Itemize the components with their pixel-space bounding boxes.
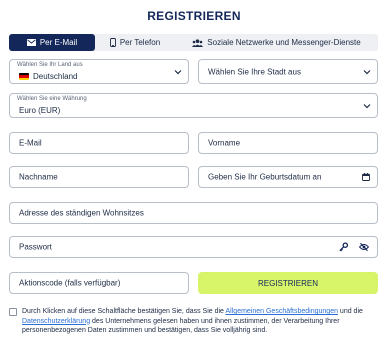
lastname-placeholder: Nachname — [19, 172, 58, 182]
tab-phone[interactable]: Per Telefon — [95, 34, 175, 51]
firstname-field[interactable]: Vorname — [198, 132, 378, 154]
currency-value: Euro (EUR) — [19, 106, 61, 115]
key-icon[interactable] — [339, 242, 348, 252]
chevron-down-icon — [363, 67, 371, 76]
city-select[interactable]: Wählen Sie Ihre Stadt aus — [198, 59, 378, 84]
lastname-field[interactable]: Nachname — [9, 166, 189, 188]
consent-text: Durch Klicken auf diese Schaltfläche bes… — [22, 307, 381, 336]
address-field[interactable]: Adresse des ständigen Wohnsitzes — [9, 202, 378, 224]
country-value: Deutschland — [33, 72, 78, 81]
chevron-down-icon — [363, 101, 371, 110]
currency-label: Wählen Sie eine Währung — [17, 96, 87, 102]
promo-code-field[interactable]: Aktionscode (falls verfügbar) — [9, 272, 189, 294]
register-button[interactable]: REGISTRIEREN — [198, 272, 378, 294]
privacy-link[interactable]: Datenschutzerklärung — [22, 318, 90, 325]
envelope-icon — [26, 39, 36, 46]
users-icon — [192, 38, 204, 47]
email-field[interactable]: E-Mail — [9, 132, 189, 154]
currency-select[interactable]: Wählen Sie eine Währung Euro (EUR) — [9, 93, 378, 118]
promo-placeholder: Aktionscode (falls verfügbar) — [19, 278, 121, 288]
tab-email[interactable]: Per E-Mail — [9, 34, 95, 51]
tab-label: Soziale Netzwerke und Messenger-Dienste — [207, 38, 361, 47]
birthdate-placeholder: Geben Sie Ihr Geburtsdatum an — [208, 172, 322, 182]
germany-flag-icon — [19, 73, 29, 80]
registration-tabs: Per E-Mail Per Telefon Soziale Netzwerke… — [9, 34, 378, 51]
country-select[interactable]: Wählen Sie Ihr Land aus Deutschland — [9, 59, 189, 84]
address-placeholder: Adresse des ständigen Wohnsitzes — [19, 208, 144, 218]
chevron-down-icon — [174, 67, 182, 76]
phone-icon — [109, 38, 116, 47]
country-label: Wählen Sie Ihr Land aus — [17, 62, 83, 68]
city-placeholder: Wählen Sie Ihre Stadt aus — [208, 67, 301, 76]
firstname-placeholder: Vorname — [208, 138, 241, 148]
country-value-wrap: Deutschland — [19, 72, 77, 81]
tab-label: Per Telefon — [119, 38, 161, 47]
password-field[interactable]: Passwort — [9, 236, 378, 258]
eye-slash-icon[interactable] — [359, 242, 369, 252]
birthdate-field[interactable]: Geben Sie Ihr Geburtsdatum an — [198, 166, 378, 188]
calendar-icon[interactable] — [362, 173, 370, 181]
tab-social[interactable]: Soziale Netzwerke und Messenger-Dienste — [175, 34, 378, 51]
email-placeholder: E-Mail — [19, 138, 42, 148]
consent-checkbox[interactable] — [9, 308, 17, 316]
password-placeholder: Passwort — [19, 242, 52, 252]
terms-link[interactable]: Allgemeinen Geschäftsbedingungen — [226, 308, 338, 315]
tab-label: Per E-Mail — [39, 38, 78, 47]
consent-text-part: Durch Klicken auf diese Schaltfläche bes… — [22, 308, 226, 315]
consent-text-part: und die — [337, 308, 363, 315]
page-title: REGISTRIEREN — [147, 9, 241, 23]
